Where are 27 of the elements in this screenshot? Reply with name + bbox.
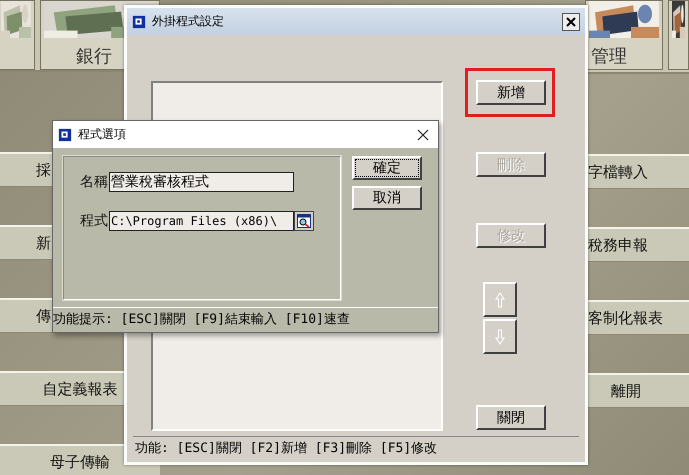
menu-tile[interactable] (0, 0, 35, 70)
close-icon[interactable] (417, 128, 429, 140)
input-field[interactable]: C:\Program Files (x86)\ (109, 211, 294, 231)
menu-button[interactable]: 稅務申報 (585, 227, 689, 262)
up-arrow-icon (495, 292, 505, 308)
app-icon (132, 14, 146, 28)
menu-tile[interactable]: 管理 (585, 0, 663, 70)
close-button[interactable]: 關閉 (476, 405, 546, 430)
field-label: 名稱 (80, 173, 108, 191)
menu-tile[interactable] (668, 0, 689, 70)
window-title: 程式選項 (78, 126, 127, 143)
input-field[interactable]: 營業稅審核程式 (109, 172, 294, 192)
tile-label: 管理 (590, 45, 628, 68)
status-bar: 功能提示: [ESC]關閉 [F9]結束輸入 [F10]速查 (53, 307, 438, 330)
menu-button[interactable]: 離開 (585, 373, 689, 408)
close-icon[interactable] (562, 12, 580, 30)
menu-button[interactable]: 客制化報表 (585, 300, 689, 335)
down-arrow-icon (495, 328, 505, 344)
dialog-button[interactable]: 確定 (352, 156, 422, 180)
dialog-button[interactable]: 新增 (476, 80, 546, 105)
menu-button[interactable]: 字檔轉入 (585, 154, 689, 189)
search-icon (297, 214, 311, 228)
app-icon (58, 128, 72, 142)
tile-label: 銀行 (75, 45, 113, 68)
field-label: 程式 (80, 212, 108, 230)
browse-button[interactable] (294, 211, 314, 231)
dialog-button[interactable]: 取消 (352, 186, 422, 210)
